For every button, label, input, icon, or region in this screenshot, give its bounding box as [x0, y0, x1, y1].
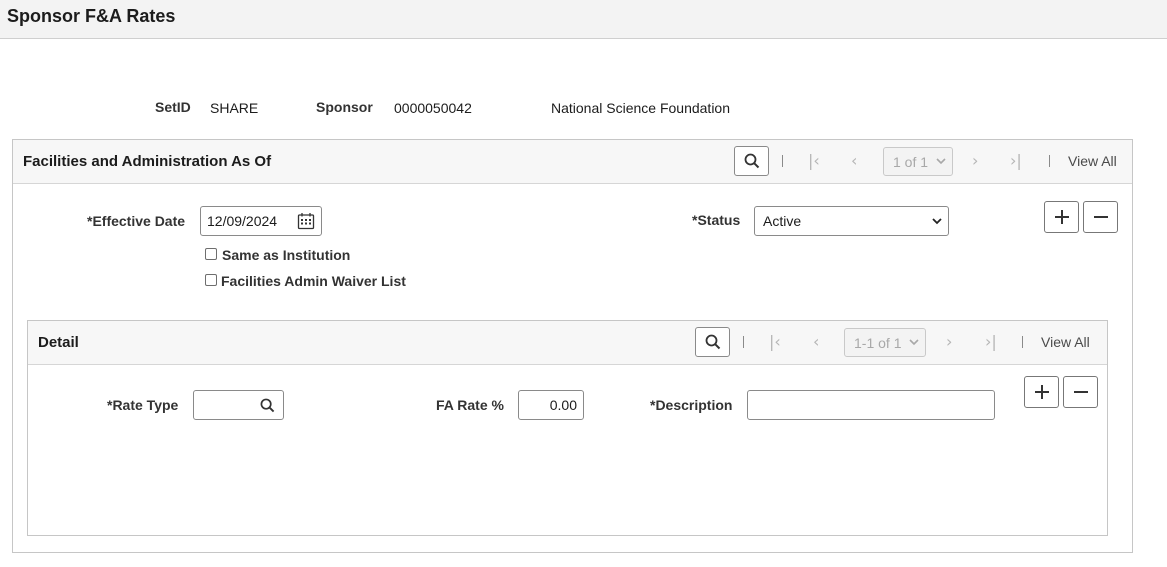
detail-group-box: Detail |‹ ‹ 1-1 of 1 › ›| View All [27, 320, 1108, 536]
fa-pager-select[interactable]: 1 of 1 [883, 147, 953, 176]
fa-nav-bar: |‹ ‹ 1 of 1 › ›| View All [734, 146, 1124, 178]
fa-rate-value: 0.00 [549, 397, 577, 413]
status-value: Active [763, 213, 802, 229]
fa-group-header: Facilities and Administration As Of |‹ ‹… [13, 140, 1132, 184]
chevron-down-icon [909, 339, 919, 346]
description-label: *Description [650, 397, 733, 413]
fa-view-all-link[interactable]: View All [1068, 153, 1117, 169]
search-icon [744, 153, 759, 169]
sponsor-name: National Science Foundation [551, 100, 731, 116]
fa-add-row-button[interactable] [1044, 201, 1079, 233]
plus-icon [1054, 210, 1069, 224]
detail-group-header: Detail |‹ ‹ 1-1 of 1 › ›| View All [28, 321, 1107, 365]
fa-separator [1049, 155, 1050, 167]
fa-rate-label: FA Rate % [436, 397, 504, 413]
setid-label: SetID [155, 99, 191, 115]
search-icon[interactable] [260, 398, 275, 413]
waiver-list-checkbox[interactable] [205, 274, 217, 286]
effective-date-label: *Effective Date [87, 213, 186, 229]
effective-date-input[interactable]: 12/09/2024 [200, 206, 322, 236]
first-page-icon[interactable]: |‹ [769, 332, 781, 351]
sponsor-value: 0000050042 [394, 100, 472, 116]
detail-separator [1022, 336, 1023, 348]
sponsor-label: Sponsor [316, 99, 373, 115]
detail-pager-text: 1-1 of 1 [854, 334, 902, 351]
minus-icon [1093, 216, 1108, 218]
next-icon[interactable]: › [946, 332, 952, 351]
detail-nav-bar: |‹ ‹ 1-1 of 1 › ›| View All [695, 327, 1105, 359]
rate-type-input[interactable] [193, 390, 284, 420]
search-icon [705, 334, 720, 350]
fa-search-button[interactable] [734, 146, 769, 176]
chevron-down-icon [936, 158, 946, 165]
waiver-list-label: Facilities Admin Waiver List [221, 273, 406, 289]
page-title: Sponsor F&A Rates [7, 6, 176, 26]
status-select[interactable]: Active [754, 206, 949, 236]
previous-icon[interactable]: ‹ [813, 332, 819, 351]
setid-value: SHARE [210, 100, 259, 116]
fa-separator [782, 155, 783, 167]
detail-group-title: Detail [38, 334, 79, 351]
plus-icon [1034, 385, 1049, 399]
last-page-icon[interactable]: ›| [1010, 151, 1022, 170]
same-as-institution-checkbox[interactable] [205, 248, 217, 260]
minus-icon [1073, 391, 1088, 393]
next-icon[interactable]: › [972, 151, 978, 170]
rate-type-label: *Rate Type [107, 397, 179, 413]
page-header: Sponsor F&A Rates [0, 0, 1167, 39]
detail-delete-row-button[interactable] [1063, 376, 1098, 408]
detail-search-button[interactable] [695, 327, 730, 357]
detail-add-row-button[interactable] [1024, 376, 1059, 408]
last-page-icon[interactable]: ›| [985, 332, 997, 351]
detail-separator [743, 336, 744, 348]
first-page-icon[interactable]: |‹ [808, 151, 820, 170]
same-as-institution-label: Same as Institution [222, 247, 351, 263]
status-label: *Status [692, 212, 741, 228]
previous-icon[interactable]: ‹ [851, 151, 857, 170]
calendar-icon[interactable] [297, 212, 315, 230]
fa-delete-row-button[interactable] [1083, 201, 1118, 233]
fa-pager-text: 1 of 1 [893, 153, 929, 170]
fa-rate-input[interactable]: 0.00 [518, 390, 584, 420]
detail-view-all-link[interactable]: View All [1041, 334, 1090, 350]
chevron-down-icon [932, 218, 942, 225]
effective-date-value: 12/09/2024 [207, 213, 278, 229]
detail-pager-select[interactable]: 1-1 of 1 [844, 328, 926, 357]
description-input[interactable] [747, 390, 995, 420]
fa-group-title: Facilities and Administration As Of [23, 153, 272, 170]
